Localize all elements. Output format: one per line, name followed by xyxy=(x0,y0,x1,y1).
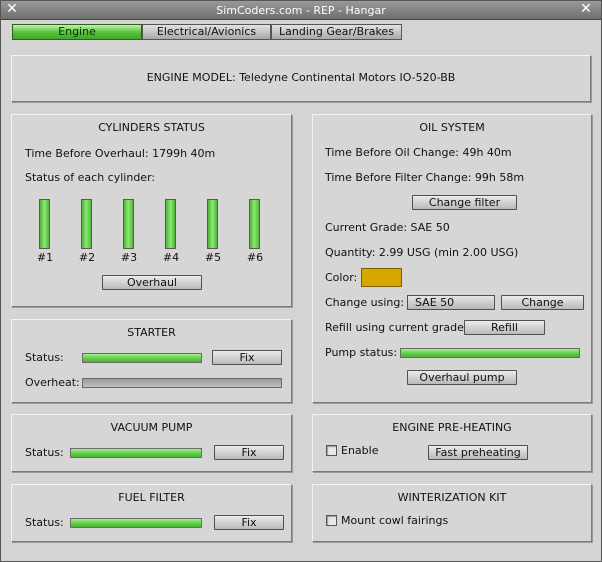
cylinder-3-gauge xyxy=(123,199,134,249)
fuel-filter-fix-button[interactable]: Fix xyxy=(214,515,284,530)
close-icon[interactable]: ✕ xyxy=(578,2,594,18)
oil-quantity: Quantity: 2.99 USG (min 2.00 USG) xyxy=(325,246,519,259)
fuel-filter-status-bar xyxy=(70,518,202,528)
tab-engine[interactable]: Engine xyxy=(12,24,142,40)
vacuum-pump-status-bar xyxy=(70,448,202,458)
time-before-oil-change: Time Before Oil Change: 49h 40m xyxy=(325,146,512,159)
hangar-window: SimCoders.com - REP - Hangar ✕ ✕ Engine … xyxy=(0,0,602,562)
mount-cowl-fairings-label: Mount cowl fairings xyxy=(341,514,449,527)
fuel-filter-panel: FUEL FILTER Status: Fix xyxy=(11,484,292,542)
overhaul-button[interactable]: Overhaul xyxy=(102,275,202,290)
close-left-icon[interactable]: ✕ xyxy=(4,2,20,18)
vacuum-pump-fix-button[interactable]: Fix xyxy=(214,445,284,460)
time-before-overhaul: Time Before Overhaul: 1799h 40m xyxy=(25,147,216,160)
winterization-kit-title: WINTERIZATION KIT xyxy=(397,491,507,504)
cylinder-1-label: #1 xyxy=(36,251,54,264)
starter-fix-button[interactable]: Fix xyxy=(212,350,282,365)
fuel-filter-title: FUEL FILTER xyxy=(118,491,185,504)
change-oil-button[interactable]: Change xyxy=(501,295,584,310)
starter-overheat-label: Overheat: xyxy=(25,376,80,389)
cylinder-2-label: #2 xyxy=(78,251,96,264)
cylinder-status-label: Status of each cylinder: xyxy=(25,171,156,184)
enable-preheating-label: Enable xyxy=(341,444,379,457)
mount-cowl-fairings-checkbox[interactable] xyxy=(326,515,337,526)
starter-overheat-bar xyxy=(82,378,282,388)
starter-panel: STARTER Status: Fix Overheat: xyxy=(11,319,292,403)
vacuum-pump-status-label: Status: xyxy=(25,446,64,459)
engine-model-panel: ENGINE MODEL: Teledyne Continental Motor… xyxy=(11,55,591,102)
cylinder-6-label: #6 xyxy=(246,251,264,264)
fuel-filter-status-label: Status: xyxy=(25,516,64,529)
cylinders-status-panel: CYLINDERS STATUS Time Before Overhaul: 1… xyxy=(11,114,292,307)
oil-grade-select[interactable]: SAE 50 xyxy=(407,295,495,310)
tab-landing-gear-brakes[interactable]: Landing Gear/Brakes xyxy=(271,24,402,40)
change-filter-button[interactable]: Change filter xyxy=(412,195,517,210)
cylinder-5-label: #5 xyxy=(204,251,222,264)
enable-preheating-checkbox[interactable] xyxy=(326,445,337,456)
oil-color-swatch xyxy=(361,268,402,287)
starter-title: STARTER xyxy=(127,326,176,339)
change-using-label: Change using: xyxy=(325,296,405,309)
vacuum-pump-panel: VACUUM PUMP Status: Fix xyxy=(11,414,292,472)
engine-preheating-title: ENGINE PRE-HEATING xyxy=(392,421,512,434)
cylinder-3-label: #3 xyxy=(120,251,138,264)
cylinder-4-gauge xyxy=(165,199,176,249)
cylinders-status-title: CYLINDERS STATUS xyxy=(98,121,205,134)
oil-system-title: OIL SYSTEM xyxy=(419,121,485,134)
tab-electrical-avionics[interactable]: Electrical/Avionics xyxy=(142,24,271,40)
refill-button[interactable]: Refill xyxy=(464,320,545,335)
engine-preheating-panel: ENGINE PRE-HEATING Enable Fast preheatin… xyxy=(312,414,592,472)
overhaul-pump-button[interactable]: Overhaul pump xyxy=(407,370,517,385)
oil-color-label: Color: xyxy=(325,271,358,284)
starter-status-label: Status: xyxy=(25,351,64,364)
title-bar[interactable]: SimCoders.com - REP - Hangar xyxy=(1,1,601,20)
time-before-filter-change: Time Before Filter Change: 99h 58m xyxy=(325,171,525,184)
engine-model-label: ENGINE MODEL: Teledyne Continental Motor… xyxy=(146,71,456,84)
current-grade: Current Grade: SAE 50 xyxy=(325,221,450,234)
cylinder-2-gauge xyxy=(81,199,92,249)
winterization-kit-panel: WINTERIZATION KIT Mount cowl fairings xyxy=(312,484,592,542)
refill-label: Refill using current grade: xyxy=(325,321,468,334)
cylinder-1-gauge xyxy=(39,199,50,249)
vacuum-pump-title: VACUUM PUMP xyxy=(110,421,193,434)
pump-status-label: Pump status: xyxy=(325,346,398,359)
cylinder-6-gauge xyxy=(249,199,260,249)
cylinder-5-gauge xyxy=(207,199,218,249)
starter-status-bar xyxy=(82,353,202,363)
oil-pump-status-bar xyxy=(400,348,580,358)
cylinder-4-label: #4 xyxy=(162,251,180,264)
window-title: SimCoders.com - REP - Hangar xyxy=(216,4,386,17)
oil-system-panel: OIL SYSTEM Time Before Oil Change: 49h 4… xyxy=(312,114,592,403)
fast-preheating-button[interactable]: Fast preheating xyxy=(428,445,528,460)
